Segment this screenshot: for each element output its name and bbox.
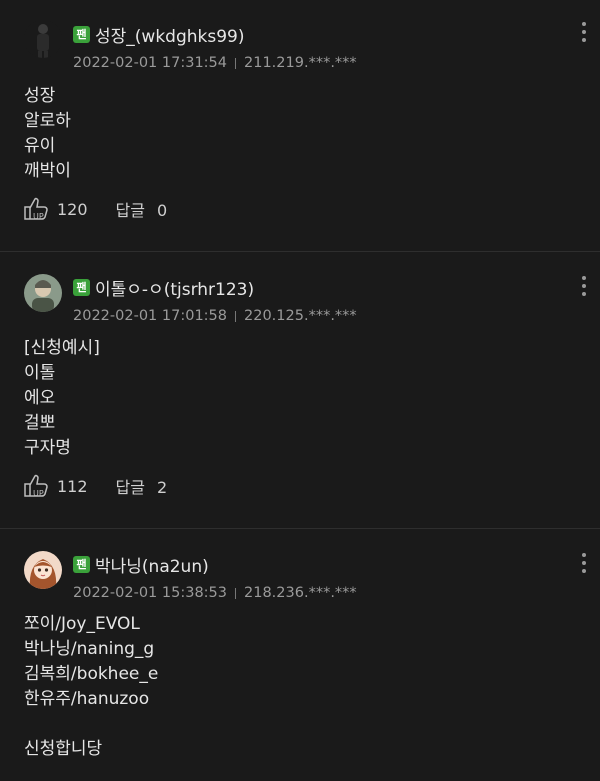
comment-line: [신청예시] [24, 338, 100, 358]
up-label: UP [33, 489, 44, 498]
reply-label: 답글 [115, 201, 145, 220]
fan-badge: 팬 [73, 279, 90, 296]
comment-line: 쪼이/Joy_EVOL [24, 614, 140, 634]
comment-line: 에오 [24, 388, 56, 408]
cartoon-girl-avatar-icon [24, 551, 62, 589]
comment-date: 2022-02-01 15:38:53 [73, 585, 227, 601]
author-name[interactable]: 이톨ㅇ-ㅇ(tjsrhr123) [95, 275, 254, 300]
more-options-icon[interactable] [581, 553, 587, 575]
comment-line: 신청합니당 [24, 739, 103, 759]
comment-line: 성장 [24, 86, 56, 106]
fan-badge: 팬 [73, 26, 90, 43]
ip-address: 218.236.***.*** [244, 585, 357, 601]
comment-line: 걸뽀 [24, 413, 56, 433]
upvote-count: 112 [57, 476, 88, 496]
author-name[interactable]: 박나닝(na2un) [95, 552, 209, 577]
comment-line: 박나닝/naning_g [24, 639, 155, 659]
ip-address: 220.125.***.*** [244, 308, 357, 324]
ip-address: 211.219.***.*** [244, 55, 357, 71]
photo-avatar-icon [24, 274, 62, 312]
reply-label: 답글 [115, 478, 145, 497]
meta-divider [235, 310, 236, 322]
comment-date: 2022-02-01 17:01:58 [73, 308, 227, 324]
avatar[interactable] [24, 551, 62, 589]
comment-line: 한유주/hanuzoo [24, 689, 150, 709]
comment-item: 팬 박나닝(na2un) 2022-02-01 15:38:53 218.236.… [0, 529, 600, 781]
more-options-icon[interactable] [581, 22, 587, 44]
comment-body: 성장 알로하 유이 깨박이 [24, 84, 71, 184]
comment-line: 유이 [24, 136, 56, 156]
reply-button[interactable]: 답글 0 [116, 197, 168, 221]
comment-body: [신청예시] 이톨 에오 걸뽀 구자명 [24, 336, 100, 461]
comment-item: 팬 이톨ㅇ-ㅇ(tjsrhr123) 2022-02-01 17:01:58 22… [0, 252, 600, 529]
avatar[interactable] [24, 274, 62, 312]
upvote-count: 120 [57, 199, 88, 219]
comment-line: 김복희/bokhee_e [24, 664, 159, 684]
upvote-button[interactable]: UP 120 [23, 197, 88, 221]
upvote-button[interactable]: UP 112 [23, 474, 88, 498]
comment-item: 팬 성장_(wkdghks99) 2022-02-01 17:31:54 211.… [0, 0, 600, 252]
comment-line: 깨박이 [24, 161, 71, 181]
comment-line [24, 712, 158, 737]
thumbs-up-icon: UP [24, 197, 48, 221]
reply-count: 2 [157, 478, 168, 497]
avatar[interactable] [24, 20, 62, 58]
author-name[interactable]: 성장_(wkdghks99) [95, 22, 244, 47]
up-label: UP [33, 212, 44, 221]
comment-date: 2022-02-01 17:31:54 [73, 55, 227, 71]
comment-body: 쪼이/Joy_EVOL 박나닝/naning_g 김복희/bokhee_e 한유… [24, 612, 158, 762]
thumbs-up-icon: UP [24, 474, 48, 498]
reply-count: 0 [157, 201, 168, 220]
person-silhouette-icon [24, 20, 62, 58]
meta-divider [235, 587, 236, 599]
fan-badge: 팬 [73, 556, 90, 573]
reply-button[interactable]: 답글 2 [116, 474, 168, 498]
meta-divider [235, 57, 236, 69]
comment-line: 구자명 [24, 438, 71, 458]
more-options-icon[interactable] [581, 276, 587, 298]
comment-line: 이톨 [24, 363, 56, 383]
comment-line: 알로하 [24, 111, 71, 131]
